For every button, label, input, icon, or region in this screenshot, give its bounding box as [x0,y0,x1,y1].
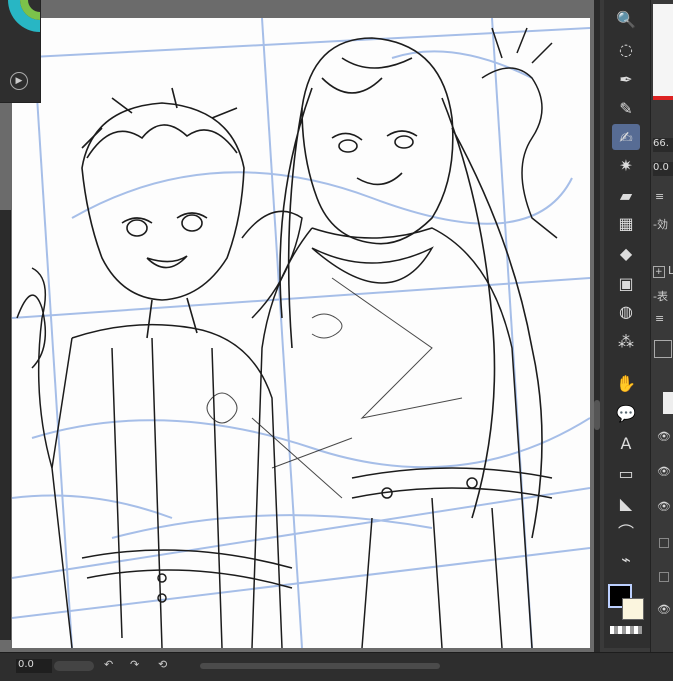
pencil-tool-icon[interactable]: ✎ [612,95,640,121]
add-icon[interactable]: + [653,266,665,278]
bottom-slider[interactable] [54,661,94,671]
color-wheel-panel: ▶ [0,0,41,103]
layer-label: + L [653,264,673,278]
drawing-canvas[interactable] [12,18,590,648]
effect-label: -効 [653,218,668,231]
navigator-thumbnail[interactable] [653,4,673,96]
layer-thumbnail[interactable] [654,340,672,358]
water-tool-icon[interactable]: ◍ [612,298,640,324]
layer-checkbox[interactable] [659,572,669,582]
correct-line-tool-icon[interactable]: ⌒ [612,518,640,544]
layer-preview[interactable] [663,392,673,414]
undo-icon[interactable]: ↶ [104,658,113,671]
eye-icon[interactable]: 👁 [657,603,671,616]
text-tool-icon[interactable]: A [612,430,640,456]
ruler-tool-icon[interactable]: ◣ [612,490,640,516]
display-label: -表 [653,290,668,303]
pen-active-tool-icon[interactable]: ✍ [612,124,640,150]
rotate-reset-icon[interactable]: ⟲ [158,658,167,671]
zoom-tool-icon[interactable]: 🔍 [612,6,640,32]
sketch-artwork [12,18,590,648]
eye-icon[interactable]: 👁 [657,465,671,478]
menu-lines-icon-2[interactable]: ≡ [655,312,664,325]
left-side-panel [0,210,11,640]
magic-wand-tool-icon[interactable]: ✷ [612,152,640,178]
canvas-area[interactable] [0,0,600,652]
layer-label-text: L [668,264,673,277]
fill-tool-icon[interactable]: ◆ [612,240,640,266]
angle-value-field[interactable]: 0.0 [653,162,673,176]
redo-icon[interactable]: ↷ [130,658,139,671]
tool-palette: 🔍 ◌ ✒ ✎ ✍ ✷ ▰ ▦ ◆ ▣ ◍ ⁂ ✋ 💬 A ▭ ◣ ⌒ ⌁ [604,0,650,648]
right-side-panel: 66. 0.0 ≡ -効 + L -表 ≡ 👁 👁 👁 👁 [650,0,673,652]
lasso-select-tool-icon[interactable]: ◌ [612,36,640,62]
spray-tool-icon[interactable]: ⁂ [612,328,640,354]
menu-lines-icon[interactable]: ≡ [655,190,664,203]
eyedropper-tool-icon[interactable]: ⌁ [612,546,640,572]
sub-color-swatch[interactable] [622,598,644,620]
pen-tool-icon[interactable]: ✒ [612,66,640,92]
speech-balloon-tool-icon[interactable]: 💬 [612,400,640,426]
eye-icon[interactable]: 👁 [657,430,671,443]
blend-tool-icon[interactable]: ▦ [612,210,640,236]
vertical-scrollbar-thumb[interactable] [594,400,600,430]
eye-icon[interactable]: 👁 [657,500,671,513]
bottom-status-bar: 0.0 ↶ ↷ ⟲ [0,652,673,681]
eraser-tool-icon[interactable]: ▰ [612,182,640,208]
play-icon[interactable]: ▶ [10,72,28,90]
layer-checkbox[interactable] [659,538,669,548]
horizontal-scrollbar-thumb[interactable] [200,663,440,669]
hand-tool-icon[interactable]: ✋ [612,370,640,396]
gradient-tool-icon[interactable]: ▣ [612,270,640,296]
navigator-red-bar [653,96,673,100]
bottom-value-field[interactable]: 0.0 [16,659,52,673]
frame-tool-icon[interactable]: ▭ [612,460,640,486]
vertical-scrollbar[interactable] [594,0,600,652]
transparent-color-swatch[interactable] [610,626,642,634]
zoom-value-field[interactable]: 66. [653,138,673,152]
